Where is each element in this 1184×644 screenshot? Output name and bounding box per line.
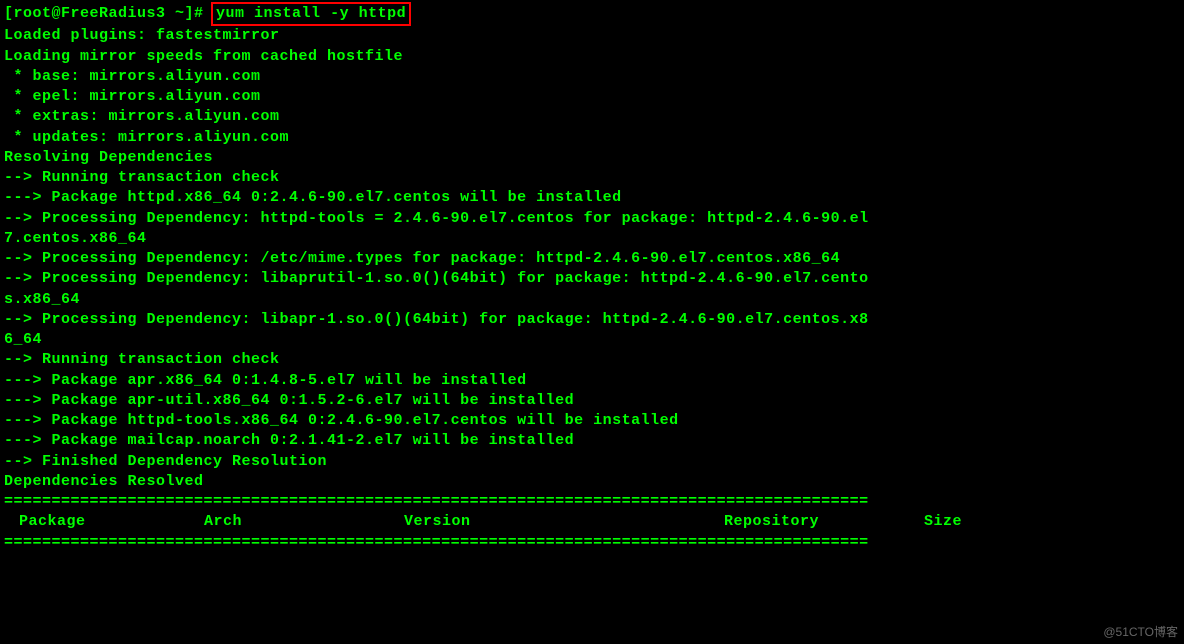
output-line: * base: mirrors.aliyun.com [4, 67, 1180, 87]
separator-line: ========================================… [4, 533, 1180, 553]
output-line: Resolving Dependencies [4, 148, 1180, 168]
col-header-arch: Arch [204, 512, 404, 532]
output-line: ---> Package httpd.x86_64 0:2.4.6-90.el7… [4, 188, 1180, 208]
output-line: ---> Package apr.x86_64 0:1.4.8-5.el7 wi… [4, 371, 1180, 391]
output-line: --> Finished Dependency Resolution [4, 452, 1180, 472]
output-line: --> Processing Dependency: libapr-1.so.0… [4, 310, 1180, 330]
output-line: s.x86_64 [4, 290, 1180, 310]
output-line: ---> Package mailcap.noarch 0:2.1.41-2.e… [4, 431, 1180, 451]
output-line: ---> Package apr-util.x86_64 0:1.5.2-6.e… [4, 391, 1180, 411]
output-line: --> Processing Dependency: /etc/mime.typ… [4, 249, 1180, 269]
output-line: * updates: mirrors.aliyun.com [4, 128, 1180, 148]
output-line: --> Processing Dependency: httpd-tools =… [4, 209, 1180, 229]
command-text: yum install -y httpd [216, 5, 406, 22]
output-line: Loading mirror speeds from cached hostfi… [4, 47, 1180, 67]
col-header-package: Package [4, 512, 204, 532]
output-line: 6_64 [4, 330, 1180, 350]
output-line: Loaded plugins: fastestmirror [4, 26, 1180, 46]
table-header-row: Package Arch Version Repository Size [4, 512, 1180, 532]
watermark-text: @51CTO博客 [1103, 624, 1178, 640]
output-line: * extras: mirrors.aliyun.com [4, 107, 1180, 127]
command-highlight: yum install -y httpd [211, 2, 411, 26]
shell-prompt: [root@FreeRadius3 ~]# [4, 5, 204, 22]
col-header-repo: Repository [724, 512, 924, 532]
output-line: * epel: mirrors.aliyun.com [4, 87, 1180, 107]
separator-line: ========================================… [4, 492, 1180, 512]
col-header-version: Version [404, 512, 724, 532]
output-line: --> Processing Dependency: libaprutil-1.… [4, 269, 1180, 289]
output-line: --> Running transaction check [4, 350, 1180, 370]
col-header-size: Size [924, 512, 1024, 532]
output-line: --> Running transaction check [4, 168, 1180, 188]
prompt-line[interactable]: [root@FreeRadius3 ~]# yum install -y htt… [4, 2, 1180, 26]
output-line: 7.centos.x86_64 [4, 229, 1180, 249]
output-line: Dependencies Resolved [4, 472, 1180, 492]
output-line: ---> Package httpd-tools.x86_64 0:2.4.6-… [4, 411, 1180, 431]
